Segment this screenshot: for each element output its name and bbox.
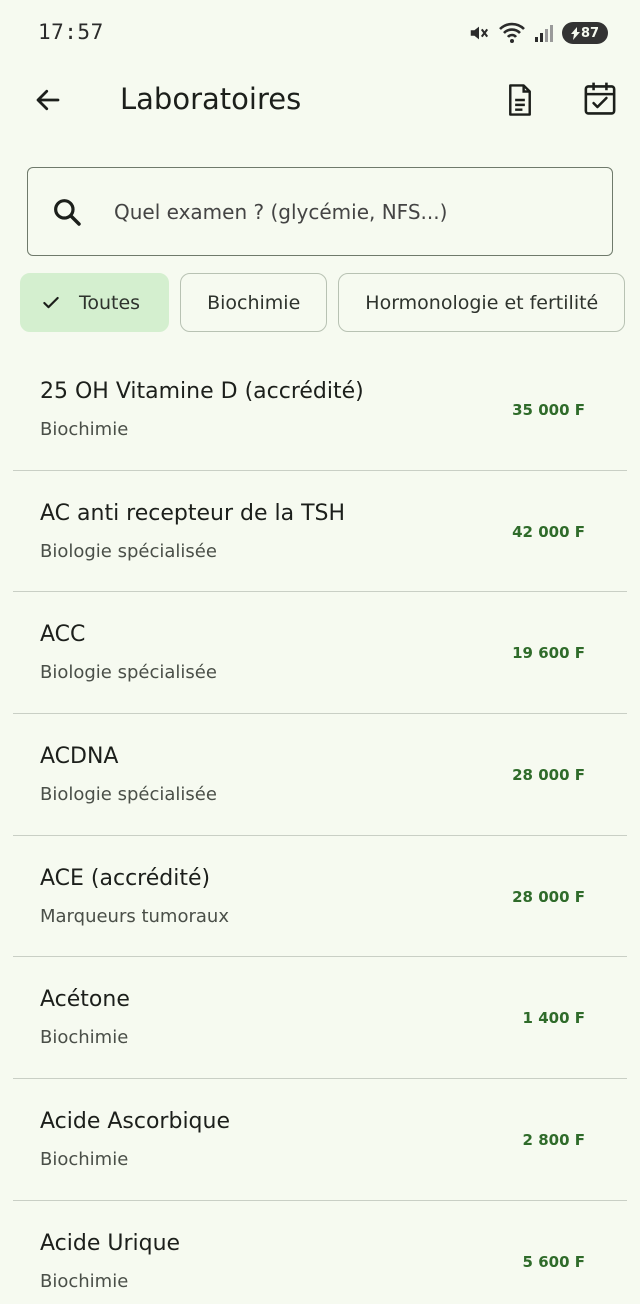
list-item[interactable]: Acide Urique Biochimie 5 600 F [13,1201,627,1304]
mute-icon [468,22,490,44]
exam-category: Biochimie [40,419,129,440]
exam-name: ACDNA [40,744,119,770]
exam-price: 42 000 F [512,522,585,541]
wifi-icon [498,22,526,44]
check-icon [41,293,61,313]
chip-label: Hormonologie et fertilité [365,291,599,314]
list-item[interactable]: ACE (accrédité) Marqueurs tumoraux 28 00… [13,836,627,958]
chip-hormonologie[interactable]: Hormonologie et fertilité [338,273,626,332]
chip-label: Biochimie [207,291,301,314]
exam-list: 25 OH Vitamine D (accrédité) Biochimie 3… [0,349,640,1304]
list-item[interactable]: 25 OH Vitamine D (accrédité) Biochimie 3… [13,349,627,471]
exam-category: Biochimie [40,1149,129,1171]
exam-price: 2 800 F [522,1131,585,1150]
chip-toutes[interactable]: Toutes [20,273,170,332]
calendar-button[interactable] [576,76,624,124]
signal-icon [534,23,554,43]
app-bar: Laboratoires [0,64,640,140]
chip-biochimie[interactable]: Biochimie [180,273,328,332]
status-time: 17:57 [38,20,104,44]
exam-price: 28 000 F [512,766,585,785]
exam-name: Acide Urique [40,1230,181,1256]
status-icons: 87 [468,20,608,46]
chip-label: Toutes [79,291,141,314]
exam-category: Marqueurs tumoraux [40,905,229,927]
search-icon [50,195,84,229]
exam-category: Biochimie [40,1027,129,1049]
search-input[interactable] [114,199,574,224]
exam-category: Biologie spécialisée [40,662,217,684]
exam-price: 1 400 F [522,1009,585,1028]
exam-name: ACC [40,622,86,648]
battery-icon: 87 [562,22,608,44]
back-arrow-icon [33,85,63,119]
exam-name: Acide Ascorbique [40,1109,230,1135]
list-item[interactable]: AC anti recepteur de la TSH Biologie spé… [13,471,627,593]
exam-name: 25 OH Vitamine D (accrédité) [40,379,364,404]
battery-level: 87 [580,25,600,41]
status-bar: 17:57 87 [0,0,640,64]
calendar-check-icon [583,80,617,120]
exam-name: ACE (accrédité) [40,865,211,891]
search-box[interactable] [27,167,613,256]
list-item[interactable]: ACC Biologie spécialisée 19 600 F [13,592,627,715]
exam-price: 19 600 F [512,644,585,663]
exam-price: 35 000 F [512,401,585,419]
exam-price: 28 000 F [512,887,585,906]
back-button[interactable] [24,78,72,126]
page-title: Laboratoires [120,82,302,116]
exam-name: Acétone [40,987,130,1013]
list-item[interactable]: Acétone Biochimie 1 400 F [13,957,627,1080]
document-icon [505,83,535,121]
exam-category: Biologie spécialisée [40,540,217,562]
exam-category: Biochimie [40,1270,129,1292]
exam-category: Biologie spécialisée [40,784,217,806]
list-item[interactable]: ACDNA Biologie spécialisée 28 000 F [13,714,627,836]
exam-name: AC anti recepteur de la TSH [40,500,346,526]
document-button[interactable] [496,78,544,126]
list-item[interactable]: Acide Ascorbique Biochimie 2 800 F [13,1079,627,1201]
exam-price: 5 600 F [522,1252,585,1271]
filter-chips: Toutes Biochimie Hormonologie et fertili… [20,273,626,333]
